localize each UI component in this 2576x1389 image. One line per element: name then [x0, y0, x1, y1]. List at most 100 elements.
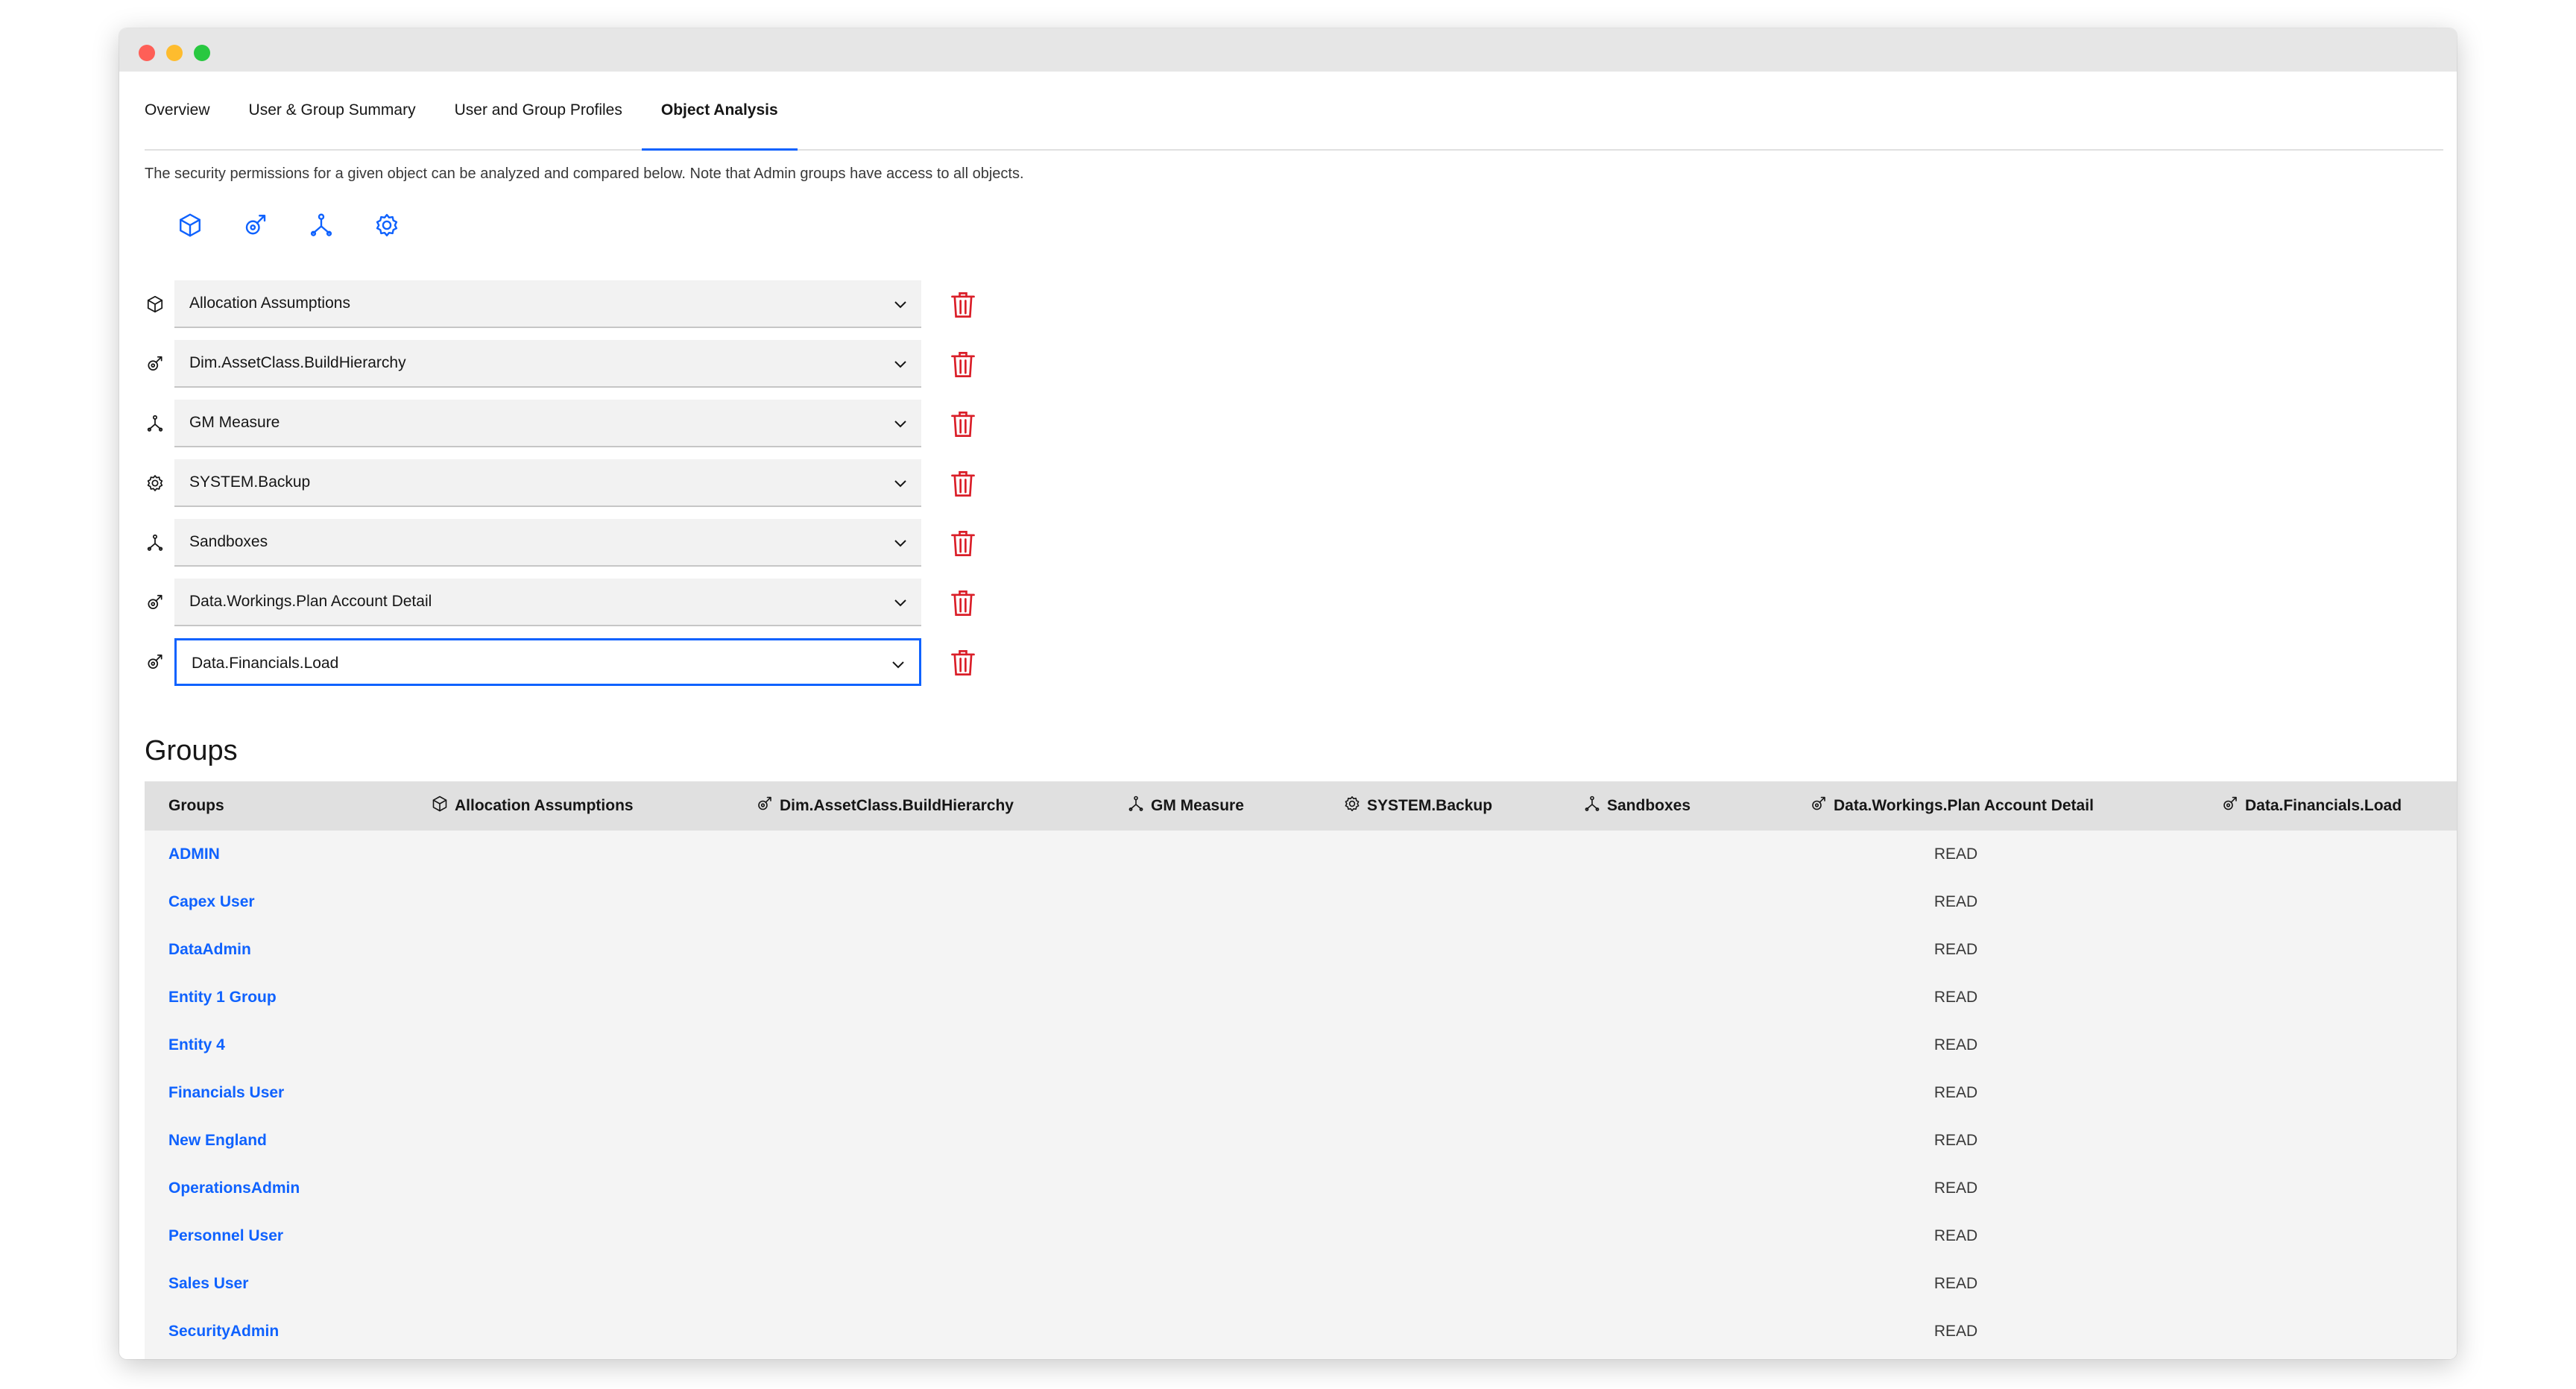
group-name-link[interactable]: DataAdmin: [168, 926, 251, 974]
process-icon: [756, 795, 780, 817]
permission-cell: READ: [1933, 1227, 1978, 1244]
header-column[interactable]: GM Measure: [1127, 781, 1244, 831]
dimension-icon: [145, 413, 165, 434]
permission-cell: READ: [1933, 1036, 1978, 1053]
app-window: Overview User & Group Summary User and G…: [119, 28, 2457, 1359]
permission-cell: READ: [1933, 1323, 1978, 1340]
object-select[interactable]: Sandboxes: [174, 519, 921, 567]
permission-cell: READ: [2306, 1355, 2396, 1359]
delete-object-button[interactable]: [950, 350, 976, 379]
group-name-link[interactable]: SecurityAdmin: [168, 1308, 279, 1355]
object-select-value: SYSTEM.Backup: [189, 473, 311, 491]
header-label: Data.Workings.Plan Account Detail: [1834, 797, 2094, 814]
add-dimension-button[interactable]: [306, 210, 337, 241]
tab-object-analysis[interactable]: Object Analysis: [641, 72, 798, 151]
tab-user-group-profiles[interactable]: User and Group Profiles: [435, 72, 642, 149]
table-header: Groups Allocation Assumptions Dim.AssetC…: [145, 781, 2457, 831]
chore-icon: [1343, 795, 1367, 817]
minimize-window-button[interactable]: [166, 45, 183, 61]
add-chore-button[interactable]: [371, 210, 402, 241]
object-row: SYSTEM.Backup: [145, 459, 975, 507]
table-row: Personnel User READ: [145, 1212, 2457, 1260]
header-label: Dim.AssetClass.BuildHierarchy: [780, 797, 1014, 814]
group-name-link[interactable]: ADMIN: [168, 831, 220, 878]
process-icon: [145, 592, 165, 613]
header-label: Groups: [168, 797, 224, 814]
permission-cell: READ: [1933, 989, 1978, 1006]
group-name-link[interactable]: Financials User: [168, 1069, 284, 1117]
group-name-link[interactable]: Super User: [168, 1355, 252, 1359]
table-row: New England READ: [145, 1117, 2457, 1165]
tab-overview[interactable]: Overview: [145, 72, 230, 149]
object-row: Data.Financials.Load: [145, 638, 975, 686]
groups-heading: Groups: [145, 735, 238, 766]
header-column[interactable]: Data.Financials.Load: [2221, 781, 2402, 831]
chevron-down-icon: [894, 480, 906, 488]
dimension-icon: [145, 532, 165, 553]
object-select[interactable]: Allocation Assumptions: [174, 280, 921, 328]
object-select[interactable]: Data.Financials.Load: [174, 638, 921, 686]
object-select-value: Dim.AssetClass.BuildHierarchy: [189, 354, 406, 371]
process-icon: [145, 652, 165, 673]
group-name-link[interactable]: Personnel User: [168, 1212, 283, 1260]
group-name-link[interactable]: Capex User: [168, 878, 255, 926]
group-name-link[interactable]: New England: [168, 1117, 267, 1165]
add-cube-button[interactable]: [174, 210, 206, 241]
groups-table: Groups Allocation Assumptions Dim.AssetC…: [145, 781, 2457, 1359]
dimension-icon: [1127, 795, 1151, 817]
cube-icon: [145, 294, 165, 315]
object-select[interactable]: GM Measure: [174, 400, 921, 447]
chore-icon: [145, 473, 165, 494]
object-select[interactable]: Dim.AssetClass.BuildHierarchy: [174, 340, 921, 388]
object-select-value: Data.Financials.Load: [192, 655, 339, 672]
table-row: Financials User READ: [145, 1069, 2457, 1117]
tab-bar: Overview User & Group Summary User and G…: [145, 72, 2443, 151]
object-select-value: Allocation Assumptions: [189, 295, 350, 312]
permission-cell: READ: [1933, 941, 1978, 958]
delete-object-button[interactable]: [950, 410, 976, 438]
object-select[interactable]: SYSTEM.Backup: [174, 459, 921, 507]
add-process-button[interactable]: [240, 210, 271, 241]
object-select-value: Sandboxes: [189, 533, 268, 550]
object-select[interactable]: Data.Workings.Plan Account Detail: [174, 579, 921, 626]
table-row: OperationsAdmin READ: [145, 1165, 2457, 1212]
header-label: Sandboxes: [1607, 797, 1691, 814]
group-name-link[interactable]: Entity 1 Group: [168, 974, 277, 1021]
header-label: Allocation Assumptions: [455, 797, 634, 814]
table-row: Super User READ READ READ: [145, 1355, 2457, 1359]
permission-cell: READ: [1933, 893, 1978, 910]
delete-object-button[interactable]: [950, 529, 976, 558]
header-column[interactable]: Dim.AssetClass.BuildHierarchy: [756, 781, 1014, 831]
tab-user-group-summary[interactable]: User & Group Summary: [230, 72, 435, 149]
close-window-button[interactable]: [139, 45, 155, 61]
process-icon: [1810, 795, 1834, 817]
header-column[interactable]: Sandboxes: [1583, 781, 1690, 831]
permission-cell: READ: [1911, 1355, 2001, 1359]
table-row: Entity 1 Group READ: [145, 974, 2457, 1021]
cube-icon: [431, 795, 455, 817]
table-row: SecurityAdmin READ: [145, 1308, 2457, 1355]
delete-object-button[interactable]: [950, 649, 976, 677]
title-bar: [119, 28, 2457, 72]
delete-object-button[interactable]: [950, 589, 976, 617]
chevron-down-icon: [894, 361, 906, 368]
header-column[interactable]: SYSTEM.Backup: [1343, 781, 1492, 831]
group-name-link[interactable]: OperationsAdmin: [168, 1165, 300, 1212]
zoom-window-button[interactable]: [194, 45, 210, 61]
header-column[interactable]: Data.Workings.Plan Account Detail: [1810, 781, 2094, 831]
object-select-value: Data.Workings.Plan Account Detail: [189, 593, 432, 610]
delete-object-button[interactable]: [950, 470, 976, 498]
object-row: GM Measure: [145, 400, 975, 447]
delete-object-button[interactable]: [950, 291, 976, 319]
table-row: DataAdmin READ: [145, 926, 2457, 974]
main-content: Overview User & Group Summary User and G…: [145, 72, 2457, 1359]
header-column[interactable]: Allocation Assumptions: [431, 781, 634, 831]
header-label: GM Measure: [1151, 797, 1244, 814]
group-name-link[interactable]: Sales User: [168, 1260, 248, 1308]
permission-cell: READ: [1933, 845, 1978, 863]
object-select-value: GM Measure: [189, 414, 280, 431]
permission-cell: READ: [848, 1355, 938, 1359]
page-description: The security permissions for a given obj…: [145, 166, 1024, 182]
group-name-link[interactable]: Entity 4: [168, 1021, 225, 1069]
permission-cell: READ: [1933, 1275, 1978, 1292]
